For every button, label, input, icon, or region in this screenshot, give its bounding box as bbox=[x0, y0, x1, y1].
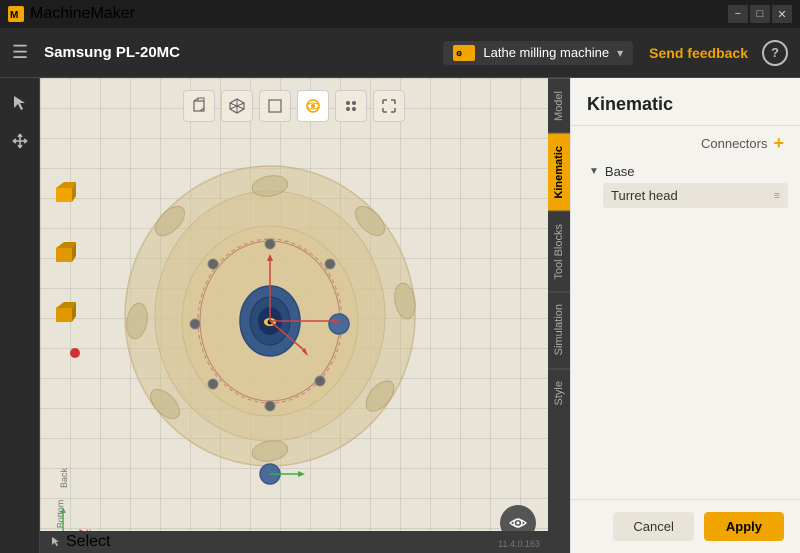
titlebar-controls: − □ ✕ bbox=[728, 5, 792, 23]
app-title: Samsung PL-20MC bbox=[44, 44, 443, 61]
machine-logo-icon: ⚙ bbox=[455, 47, 473, 59]
connectors-label: Connectors bbox=[701, 136, 767, 151]
cancel-button[interactable]: Cancel bbox=[613, 512, 693, 541]
cube-iso-icon bbox=[228, 97, 246, 115]
svg-text:⚙: ⚙ bbox=[456, 50, 462, 58]
back-label: Back bbox=[59, 468, 69, 488]
front-view-button[interactable] bbox=[183, 90, 215, 122]
sphere-icon bbox=[304, 97, 322, 115]
cursor-small-icon bbox=[50, 536, 62, 548]
expand-view-button[interactable] bbox=[373, 90, 405, 122]
tree-item-base[interactable]: ▼ Base bbox=[583, 160, 788, 183]
add-connector-button[interactable]: + bbox=[773, 134, 784, 152]
top-view-button[interactable] bbox=[259, 90, 291, 122]
send-feedback-button[interactable]: Send feedback bbox=[649, 45, 748, 61]
select-tool[interactable] bbox=[5, 88, 35, 118]
cube-shape-3 bbox=[48, 298, 80, 335]
cube-shape-1 bbox=[48, 178, 80, 215]
panel-footer: Cancel Apply bbox=[571, 499, 800, 553]
tree-item-base-label: Base bbox=[605, 164, 635, 179]
apply-button[interactable]: Apply bbox=[704, 512, 784, 541]
tree-item-turret-head[interactable]: Turret head ≡ bbox=[603, 183, 788, 208]
viewport[interactable]: Bottom Back X Select 11.4.0.163 bbox=[40, 78, 548, 553]
select-bar: Select bbox=[40, 531, 548, 553]
main-area: Bottom Back X Select 11.4.0.163 bbox=[0, 78, 800, 553]
tree-arrow-icon: ▼ bbox=[589, 166, 599, 177]
eye-icon bbox=[508, 513, 528, 533]
version-label: 11.4.0.163 bbox=[498, 539, 540, 549]
dot-grid-icon bbox=[342, 97, 360, 115]
maximize-button[interactable]: □ bbox=[750, 5, 770, 23]
panel-header: Kinematic bbox=[571, 78, 800, 126]
orange-cube-2-icon bbox=[48, 238, 80, 270]
orange-cube-icon bbox=[48, 178, 80, 210]
machine-selector[interactable]: ⚙ Lathe milling machine ▾ bbox=[443, 41, 633, 65]
tree-child-label: Turret head bbox=[611, 188, 678, 203]
minimize-button[interactable]: − bbox=[728, 5, 748, 23]
dot-view-button[interactable] bbox=[335, 90, 367, 122]
tree-item-menu-icon[interactable]: ≡ bbox=[774, 190, 780, 202]
tab-kinematic[interactable]: Kinematic bbox=[548, 133, 570, 211]
kinematic-tree: ▼ Base Turret head ≡ bbox=[571, 152, 800, 499]
select-label: Select bbox=[66, 533, 110, 551]
cube-top-icon bbox=[266, 97, 284, 115]
cursor-icon bbox=[11, 94, 29, 112]
help-button[interactable]: ? bbox=[762, 40, 788, 66]
orange-cube-3-icon bbox=[48, 298, 80, 330]
sphere-view-button[interactable] bbox=[297, 90, 329, 122]
tab-style[interactable]: Style bbox=[548, 368, 570, 417]
move-tool[interactable] bbox=[5, 126, 35, 156]
tab-tool-blocks[interactable]: Tool Blocks bbox=[548, 211, 570, 292]
titlebar: M MachineMaker − □ ✕ bbox=[0, 0, 800, 28]
tab-model[interactable]: Model bbox=[548, 78, 570, 133]
menu-icon[interactable]: ☰ bbox=[12, 42, 28, 63]
close-button[interactable]: ✕ bbox=[772, 5, 792, 23]
expand-icon bbox=[380, 97, 398, 115]
view-icons bbox=[183, 90, 405, 122]
connectors-bar: Connectors + bbox=[571, 126, 800, 152]
header: ☰ Samsung PL-20MC ⚙ Lathe milling machin… bbox=[0, 28, 800, 78]
chevron-down-icon[interactable]: ▾ bbox=[617, 46, 623, 60]
tab-simulation[interactable]: Simulation bbox=[548, 291, 570, 367]
side-tabs: Model Kinematic Tool Blocks Simulation S… bbox=[548, 78, 570, 553]
machine-3d-view bbox=[85, 126, 465, 506]
machine-icon: ⚙ bbox=[453, 45, 475, 61]
cube-front-icon bbox=[190, 97, 208, 115]
svg-text:M: M bbox=[10, 10, 18, 21]
app-icon: M bbox=[8, 6, 24, 22]
titlebar-title: MachineMaker bbox=[30, 5, 135, 23]
left-toolbar bbox=[0, 78, 40, 553]
titlebar-left: M MachineMaker bbox=[8, 5, 135, 23]
move-icon bbox=[11, 132, 29, 150]
panel-title: Kinematic bbox=[587, 94, 673, 114]
red-indicator bbox=[70, 348, 80, 358]
right-panel: Kinematic Connectors + ▼ Base Turret hea… bbox=[570, 78, 800, 553]
machine-label: Lathe milling machine bbox=[483, 45, 609, 60]
cube-shape-2 bbox=[48, 238, 80, 275]
iso-view-button[interactable] bbox=[221, 90, 253, 122]
